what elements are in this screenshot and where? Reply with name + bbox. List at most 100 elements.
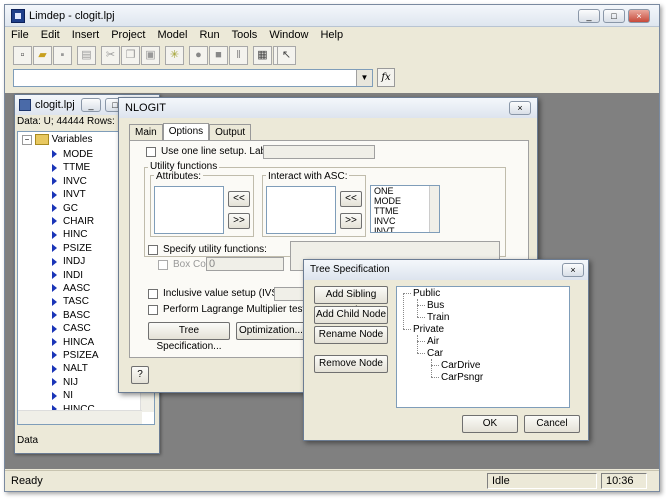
lagrange-checkbox[interactable] bbox=[148, 305, 158, 315]
rename-node-button[interactable]: Rename Node bbox=[314, 326, 388, 344]
menu-help[interactable]: Help bbox=[314, 27, 349, 43]
menu-tools[interactable]: Tools bbox=[226, 27, 264, 43]
variable-label: INVC bbox=[63, 175, 87, 187]
specify-utility-checkbox[interactable] bbox=[148, 245, 158, 255]
paste-icon[interactable]: ▣ bbox=[141, 46, 160, 65]
pause-icon[interactable]: ‖ bbox=[229, 46, 248, 65]
tab-main[interactable]: Main bbox=[129, 124, 163, 141]
collapse-icon[interactable]: − bbox=[22, 135, 32, 145]
interact-left-button[interactable]: << bbox=[340, 191, 362, 207]
record-icon[interactable]: ● bbox=[189, 46, 208, 65]
help-pointer-icon[interactable]: ↖ bbox=[277, 46, 296, 65]
function-button[interactable]: fx bbox=[377, 68, 395, 87]
node-carpsngr[interactable]: CarPsngr bbox=[441, 372, 483, 383]
variable-item[interactable]: NALT bbox=[52, 362, 88, 375]
variable-item[interactable]: TASC bbox=[52, 295, 89, 308]
command-icon[interactable]: ▦ bbox=[253, 46, 272, 65]
variable-item[interactable]: BASC bbox=[52, 309, 90, 322]
interact-list[interactable] bbox=[266, 186, 336, 234]
labels-field[interactable] bbox=[263, 145, 375, 159]
menu-edit[interactable]: Edit bbox=[35, 27, 66, 43]
tab-output[interactable]: Output bbox=[209, 124, 252, 141]
variable-arrow-icon bbox=[52, 163, 57, 172]
variable-item[interactable]: PSIZE bbox=[52, 242, 92, 255]
variable-arrow-icon bbox=[52, 297, 57, 306]
variable-label: INDJ bbox=[63, 256, 86, 268]
node-bus[interactable]: Bus bbox=[427, 300, 444, 311]
node-train[interactable]: Train bbox=[427, 312, 449, 323]
minimize-button[interactable]: _ bbox=[578, 9, 600, 23]
maximize-button[interactable]: □ bbox=[603, 9, 625, 23]
menu-insert[interactable]: Insert bbox=[66, 27, 106, 43]
nlogit-close-icon[interactable]: × bbox=[509, 101, 531, 115]
cut-icon[interactable]: ✂ bbox=[101, 46, 120, 65]
variable-item[interactable]: INVT bbox=[52, 188, 86, 201]
asc-list[interactable]: ONE MODE TTME INVC INVT bbox=[370, 185, 440, 233]
attributes-add-right-button[interactable]: >> bbox=[228, 213, 250, 229]
inclusive-field[interactable] bbox=[274, 287, 304, 301]
specify-utility-label: Specify utility functions: bbox=[163, 244, 267, 255]
tree-root[interactable]: − Variables bbox=[22, 133, 93, 146]
chevron-down-icon[interactable]: ▼ bbox=[356, 70, 372, 86]
one-line-checkbox[interactable] bbox=[146, 147, 156, 157]
node-car[interactable]: Car bbox=[427, 348, 443, 359]
variable-arrow-icon bbox=[52, 284, 57, 293]
asc-scrollbar[interactable] bbox=[429, 186, 439, 232]
remove-node-button[interactable]: Remove Node bbox=[314, 355, 388, 373]
variable-item[interactable]: PSIZEA bbox=[52, 349, 99, 362]
menu-window[interactable]: Window bbox=[263, 27, 314, 43]
node-cardrive[interactable]: CarDrive bbox=[441, 360, 480, 371]
tree-spec-close-icon[interactable]: × bbox=[562, 263, 584, 277]
variable-item[interactable]: NIJ bbox=[52, 376, 78, 389]
inclusive-checkbox[interactable] bbox=[148, 289, 158, 299]
window-title: Limdep - clogit.lpj bbox=[29, 10, 115, 22]
title-bar[interactable]: Limdep - clogit.lpj _ □ × bbox=[5, 5, 659, 27]
tree-connector bbox=[417, 353, 425, 354]
variable-item[interactable]: NI bbox=[52, 389, 73, 402]
variable-item[interactable]: INVC bbox=[52, 175, 87, 188]
close-button[interactable]: × bbox=[628, 9, 650, 23]
variable-item[interactable]: HINCA bbox=[52, 336, 94, 349]
node-air[interactable]: Air bbox=[427, 336, 439, 347]
menu-project[interactable]: Project bbox=[105, 27, 151, 43]
attributes-add-left-button[interactable]: << bbox=[228, 191, 250, 207]
add-sibling-node-button[interactable]: Add Sibling Node bbox=[314, 286, 388, 316]
menu-file[interactable]: File bbox=[5, 27, 35, 43]
node-private[interactable]: Private bbox=[413, 324, 444, 335]
variable-item[interactable]: GC bbox=[52, 202, 78, 215]
save-icon[interactable]: ▪ bbox=[53, 46, 72, 65]
optimization-button[interactable]: Optimization... bbox=[236, 322, 306, 340]
run-icon[interactable]: ✳ bbox=[165, 46, 184, 65]
tree-horizontal-scrollbar[interactable] bbox=[18, 410, 142, 424]
interact-right-button[interactable]: >> bbox=[340, 213, 362, 229]
variable-item[interactable]: AASC bbox=[52, 282, 90, 295]
new-file-icon[interactable]: ▫ bbox=[13, 46, 32, 65]
nlogit-title-bar[interactable]: NLOGIT × bbox=[119, 98, 537, 118]
menu-run[interactable]: Run bbox=[193, 27, 225, 43]
tree-view[interactable]: Public Bus Train Private Air Car CarDriv… bbox=[396, 286, 570, 408]
ok-button[interactable]: OK bbox=[462, 415, 518, 433]
tree-spec-title-bar[interactable]: Tree Specification × bbox=[304, 260, 588, 280]
variable-item[interactable]: CHAIR bbox=[52, 215, 94, 228]
attributes-list[interactable] bbox=[154, 186, 224, 234]
variable-item[interactable]: TTME bbox=[52, 161, 90, 174]
variable-item[interactable]: CASC bbox=[52, 322, 91, 335]
variable-item[interactable]: INDI bbox=[52, 269, 83, 282]
variable-item[interactable]: INDJ bbox=[52, 255, 85, 268]
node-public[interactable]: Public bbox=[413, 288, 440, 299]
add-child-node-button[interactable]: Add Child Node bbox=[314, 306, 388, 324]
menu-model[interactable]: Model bbox=[151, 27, 193, 43]
variable-item[interactable]: HINC bbox=[52, 228, 87, 241]
command-combo[interactable]: ▼ bbox=[13, 69, 373, 87]
copy-icon[interactable]: ❐ bbox=[121, 46, 140, 65]
cancel-button[interactable]: Cancel bbox=[524, 415, 580, 433]
variable-item[interactable]: MODE bbox=[52, 148, 93, 161]
stop-icon[interactable]: ■ bbox=[209, 46, 228, 65]
project-minimize-button[interactable]: _ bbox=[81, 98, 101, 112]
help-button[interactable]: ? bbox=[131, 366, 149, 384]
tree-specification-button[interactable]: Tree Specification... bbox=[148, 322, 230, 352]
box-cox-field[interactable]: 0 bbox=[206, 257, 284, 271]
print-icon[interactable]: ▤ bbox=[77, 46, 96, 65]
box-cox-checkbox[interactable] bbox=[158, 260, 168, 270]
open-folder-icon[interactable]: ▰ bbox=[33, 46, 52, 65]
